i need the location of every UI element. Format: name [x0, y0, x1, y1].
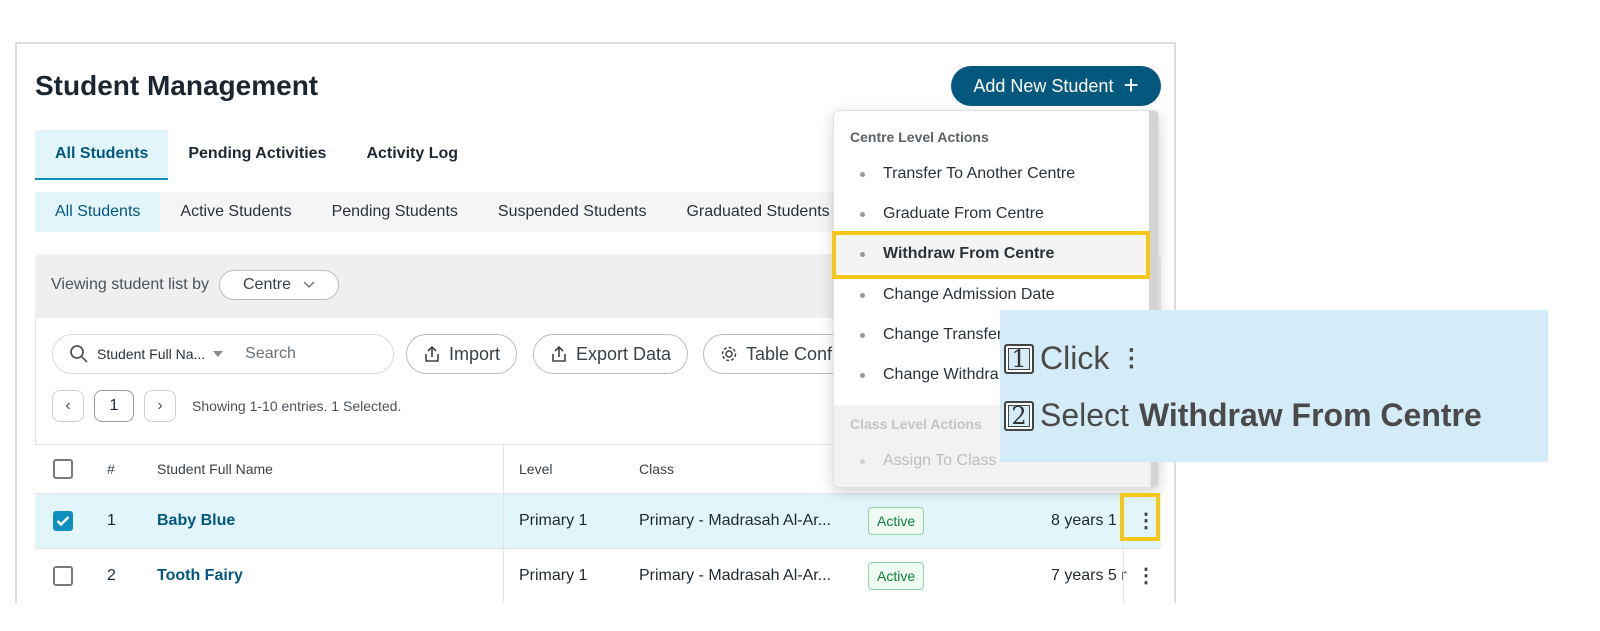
more-actions-icon[interactable]: ⋮	[1136, 566, 1156, 586]
search-field-select[interactable]: Student Full Na...	[97, 346, 224, 362]
menu-item-transfer-centre[interactable]: Transfer To Another Centre	[834, 154, 1150, 194]
search-box: Student Full Na...	[52, 334, 394, 374]
bullet-icon	[860, 458, 865, 464]
upload-icon	[425, 345, 439, 362]
bullet-icon	[860, 332, 865, 338]
centre-actions-heading: Centre Level Actions	[850, 129, 989, 145]
kebab-icon: ⋮	[1119, 345, 1144, 372]
instruction-callout: 1 Click ⋮ 2 Select Withdraw From Centre	[1000, 310, 1548, 462]
menu-item-label: Graduate From Centre	[883, 205, 1044, 222]
student-filter-tabs: All Students Active Students Pending Stu…	[35, 192, 855, 232]
main-tabs: All Students Pending Activities Activity…	[35, 130, 478, 180]
pagination: ‹ 1 › Showing 1-10 entries. 1 Selected.	[52, 390, 401, 422]
table-row[interactable]: 2 Tooth Fairy Primary 1 Primary - Madras…	[35, 549, 1161, 603]
student-name-link[interactable]: Tooth Fairy	[157, 567, 243, 585]
plus-icon: +	[1123, 70, 1139, 100]
add-new-student-label: Add New Student	[973, 75, 1114, 96]
header-level: Level	[519, 461, 553, 477]
tab-pending-activities[interactable]: Pending Activities	[168, 130, 346, 178]
column-divider	[503, 549, 504, 603]
step-target-text: Withdraw From Centre	[1138, 397, 1482, 433]
student-name-link[interactable]: Baby Blue	[157, 512, 235, 530]
add-new-student-button[interactable]: Add New Student +	[951, 66, 1161, 106]
menu-item-label: Transfer To Another Centre	[883, 165, 1076, 182]
menu-item-label: Change Admission Date	[883, 286, 1055, 303]
menu-item-graduate-centre[interactable]: Graduate From Centre	[834, 194, 1150, 234]
view-by-value: Centre	[242, 276, 292, 293]
bullet-icon	[860, 171, 865, 177]
menu-item-label: Change Transfer	[883, 326, 1003, 343]
subtab-suspended-students[interactable]: Suspended Students	[478, 192, 667, 232]
row-number: 1	[107, 512, 116, 529]
subtab-all-students[interactable]: All Students	[35, 192, 161, 232]
page-title: Student Management	[35, 70, 319, 101]
menu-item-change-admission-date[interactable]: Change Admission Date	[834, 275, 1150, 315]
row-class: Primary - Madrasah Al-Ar...	[639, 512, 832, 529]
export-icon	[552, 345, 566, 362]
select-all-checkbox[interactable]	[53, 459, 73, 479]
subtab-graduated-students[interactable]: Graduated Students	[666, 192, 849, 232]
step-text: Select	[1040, 397, 1129, 433]
row-level: Primary 1	[519, 512, 588, 529]
column-divider	[1123, 549, 1124, 603]
header-class: Class	[639, 461, 675, 477]
tab-activity-log[interactable]: Activity Log	[346, 130, 478, 178]
row-checkbox[interactable]	[53, 566, 73, 586]
export-data-label: Export Data	[576, 343, 672, 364]
search-icon	[70, 345, 88, 363]
prev-page-button[interactable]: ‹	[52, 390, 84, 422]
instruction-step-1: 1 Click ⋮	[1004, 340, 1143, 377]
row-class: Primary - Madrasah Al-Ar...	[639, 567, 832, 584]
column-divider	[503, 445, 504, 493]
menu-item-label: Change Withdra	[883, 366, 999, 383]
search-input[interactable]	[243, 344, 358, 364]
table-config-label: Table Conf	[746, 343, 833, 364]
class-actions-heading: Class Level Actions	[850, 416, 982, 432]
import-label: Import	[449, 343, 501, 364]
import-button[interactable]: Import	[406, 334, 518, 374]
tab-all-students[interactable]: All Students	[35, 130, 169, 180]
row-age: 8 years 1	[1051, 512, 1117, 529]
caret-down-icon	[213, 351, 224, 357]
view-by-select[interactable]: Centre	[219, 270, 339, 300]
kebab-highlight-box	[1120, 493, 1160, 541]
table-row[interactable]: 1 Baby Blue Primary 1 Primary - Madrasah…	[35, 494, 1161, 549]
menu-item-label: Assign To Class	[883, 452, 997, 469]
showing-entries-text: Showing 1-10 entries. 1 Selected.	[192, 398, 402, 414]
header-student-name: Student Full Name	[157, 461, 273, 477]
row-age: 7 years 5 r	[1051, 567, 1127, 584]
export-data-button[interactable]: Export Data	[533, 334, 689, 374]
bullet-icon	[860, 292, 865, 298]
instruction-step-2: 2 Select Withdraw From Centre	[1004, 397, 1482, 434]
page-number[interactable]: 1	[94, 390, 134, 422]
view-by-label: Viewing student list by	[51, 276, 210, 293]
row-level: Primary 1	[519, 567, 588, 584]
step-number-badge: 2	[1004, 400, 1034, 431]
chevron-left-icon: ‹	[65, 397, 71, 414]
bullet-icon	[860, 211, 865, 217]
gear-icon	[721, 346, 737, 362]
row-checkbox[interactable]	[53, 511, 73, 531]
row-number: 2	[107, 567, 116, 584]
step-text: Click	[1040, 340, 1110, 376]
subtab-active-students[interactable]: Active Students	[160, 192, 311, 232]
column-divider	[503, 494, 504, 548]
withdraw-highlight-box	[832, 231, 1150, 279]
step-number-badge: 1	[1004, 343, 1034, 374]
search-field-label: Student Full Na...	[97, 346, 206, 362]
status-badge: Active	[868, 562, 925, 590]
status-badge: Active	[868, 507, 925, 535]
chevron-right-icon: ›	[157, 397, 163, 414]
header-number: #	[107, 461, 115, 477]
subtab-pending-students[interactable]: Pending Students	[312, 192, 478, 232]
chevron-down-icon	[303, 281, 315, 289]
next-page-button[interactable]: ›	[144, 390, 176, 422]
checkmark-icon	[56, 516, 70, 527]
bullet-icon	[860, 372, 865, 378]
